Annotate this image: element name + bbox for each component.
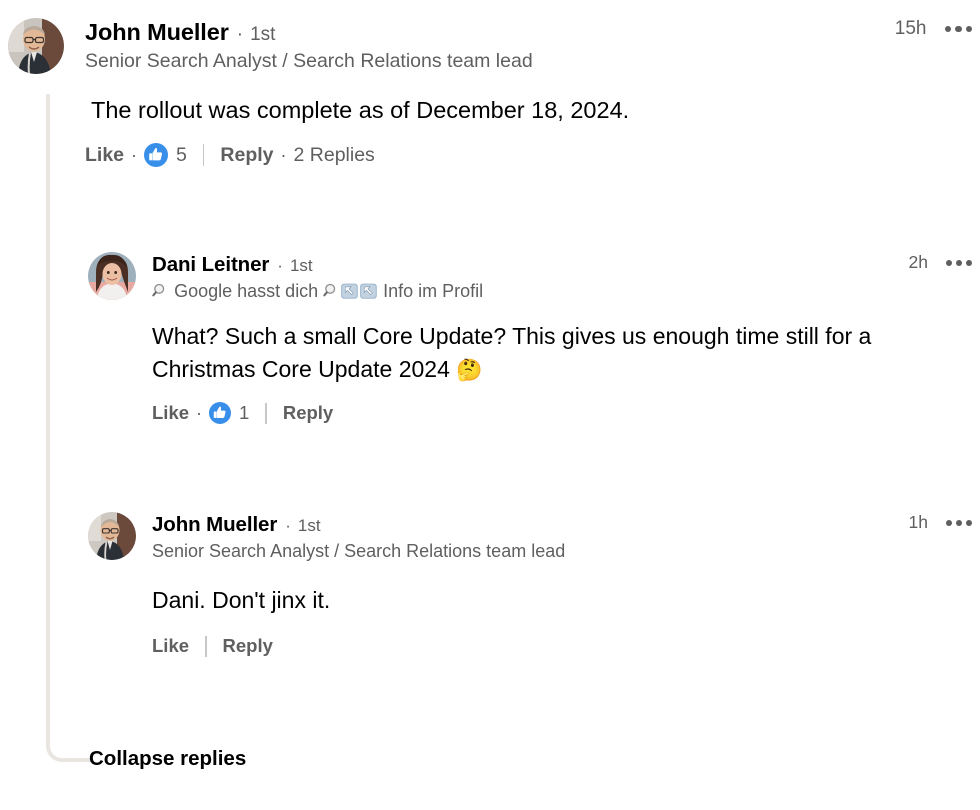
thumbs-up-glyph [213, 406, 226, 418]
author-separator: · [236, 24, 244, 45]
actions-dot: · [131, 144, 138, 165]
avatar-image [88, 512, 136, 560]
author-block: Dani Leitner · 1st Google hasst dich Inf… [152, 252, 483, 304]
comment-header: Dani Leitner · 1st Google hasst dich Inf… [152, 252, 972, 304]
replies-dot: · [280, 144, 287, 165]
avatar-john-mueller[interactable] [8, 18, 64, 74]
actions-divider [202, 144, 205, 166]
comment-reply-john: John Mueller · 1st Senior Search Analyst… [88, 512, 972, 657]
thread-connector-line [46, 94, 92, 762]
headline-text-tail: Info im Profil [383, 281, 484, 301]
author-block: John Mueller · 1st Senior Search Analyst… [85, 18, 533, 74]
reaction-count: 5 [176, 143, 187, 166]
comment-timestamp: 2h [908, 252, 928, 272]
comment-meta: 15h [879, 18, 972, 40]
comment-text: What? Such a small Core Update? This giv… [152, 320, 952, 386]
author-block: John Mueller · 1st Senior Search Analyst… [152, 512, 565, 564]
author-name[interactable]: John Mueller [85, 18, 229, 46]
replies-count-label[interactable]: 2 Replies [294, 144, 375, 167]
author-headline: Senior Search Analyst / Search Relations… [152, 541, 566, 561]
up-left-arrow-icon-1 [340, 282, 359, 300]
connection-degree: 1st [289, 256, 313, 275]
comment-timestamp: 15h [894, 18, 927, 39]
reply-button[interactable]: Reply [223, 635, 273, 657]
comment-actions: Like · 5 Reply · 2 Replies [85, 143, 972, 167]
like-button[interactable]: Like [152, 402, 189, 424]
author-separator: · [277, 256, 283, 275]
thumbs-up-icon [144, 143, 169, 167]
comment-header: John Mueller · 1st Senior Search Analyst… [85, 18, 972, 74]
comment-actions: Like Reply [152, 635, 972, 657]
reaction-summary[interactable]: 5 [144, 143, 187, 167]
comment-reply-dani: Dani Leitner · 1st Google hasst dich Inf… [88, 252, 972, 424]
author-headline: Senior Search Analyst / Search Relations… [85, 50, 533, 72]
author-headline: Google hasst dich Info im Profil [152, 279, 483, 304]
thumbs-up-icon [209, 402, 232, 424]
comment-text: Dani. Don't jinx it. [152, 587, 331, 613]
thumbs-up-glyph [149, 148, 163, 161]
comment-options-icon[interactable] [946, 519, 972, 526]
author-name[interactable]: Dani Leitner [152, 252, 269, 277]
comment-options-icon[interactable] [944, 25, 972, 33]
reply-button[interactable]: Reply [283, 402, 333, 424]
like-button[interactable]: Like [152, 635, 189, 657]
author-name[interactable]: John Mueller [152, 512, 277, 537]
comment-timestamp: 1h [908, 512, 928, 532]
comment-actions: Like · 1 Reply [152, 402, 972, 424]
thinking-face-emoji: 🤔 [456, 357, 483, 382]
comment-text: The rollout was complete as of December … [91, 97, 630, 123]
up-left-arrow-icon-2 [359, 282, 378, 300]
magnifying-glass-icon-right [323, 281, 340, 298]
avatar-dani-leitner[interactable] [88, 252, 136, 300]
comment-meta: 2h [893, 252, 972, 273]
collapse-replies-button[interactable]: Collapse replies [89, 745, 246, 773]
headline-text-mid: Google hasst dich [174, 281, 319, 301]
magnifying-glass-icon-left [152, 281, 169, 298]
avatar-john-mueller-reply[interactable] [88, 512, 136, 560]
avatar-image [88, 252, 136, 300]
actions-dot: · [196, 402, 203, 423]
comment-text-line-1: What? Such a small Core Update? This giv… [152, 323, 780, 349]
comment-thread: John Mueller · 1st Senior Search Analyst… [0, 0, 980, 810]
comment-header: John Mueller · 1st Senior Search Analyst… [152, 512, 972, 564]
connection-degree: 1st [297, 516, 321, 535]
reaction-count: 1 [239, 402, 250, 423]
connection-degree: 1st [250, 24, 276, 45]
reaction-summary[interactable]: 1 [209, 402, 249, 424]
actions-divider [205, 635, 207, 657]
comment-options-icon[interactable] [946, 259, 972, 266]
avatar-image [8, 18, 64, 74]
like-button[interactable]: Like [85, 144, 124, 167]
reply-button[interactable]: Reply [220, 144, 273, 167]
author-separator: · [285, 516, 291, 535]
comment-meta: 1h [893, 512, 972, 533]
actions-divider [265, 402, 267, 424]
comment-root: John Mueller · 1st Senior Search Analyst… [8, 18, 972, 167]
